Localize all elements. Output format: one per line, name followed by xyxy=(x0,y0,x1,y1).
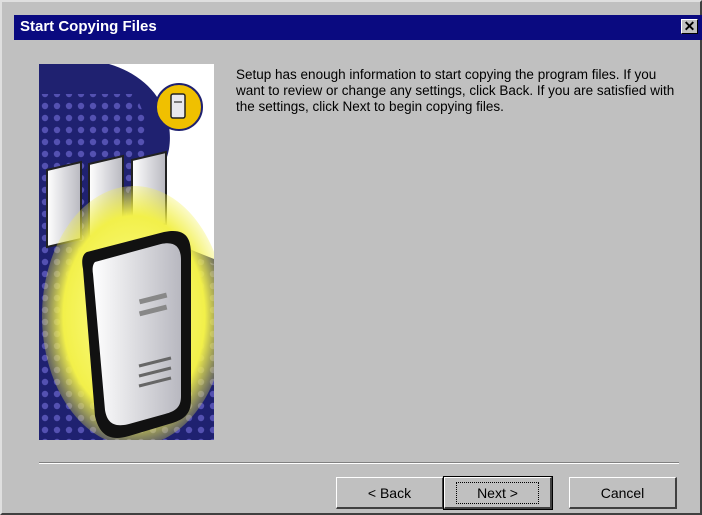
separator xyxy=(39,462,679,464)
back-button[interactable]: < Back xyxy=(336,477,444,509)
cancel-button[interactable]: Cancel xyxy=(569,477,677,509)
close-icon: ✕ xyxy=(683,18,696,34)
close-button[interactable]: ✕ xyxy=(681,19,698,34)
instruction-text: Setup has enough information to start co… xyxy=(236,67,675,114)
next-button-label: Next > xyxy=(456,482,539,504)
setup-dialog: Start Copying Files ✕ Setup has enough i… xyxy=(0,0,702,515)
title-bar[interactable]: Start Copying Files ✕ xyxy=(14,15,702,40)
next-button[interactable]: Next > xyxy=(443,476,553,510)
server-illustration xyxy=(39,64,226,446)
window-title: Start Copying Files xyxy=(20,18,157,35)
